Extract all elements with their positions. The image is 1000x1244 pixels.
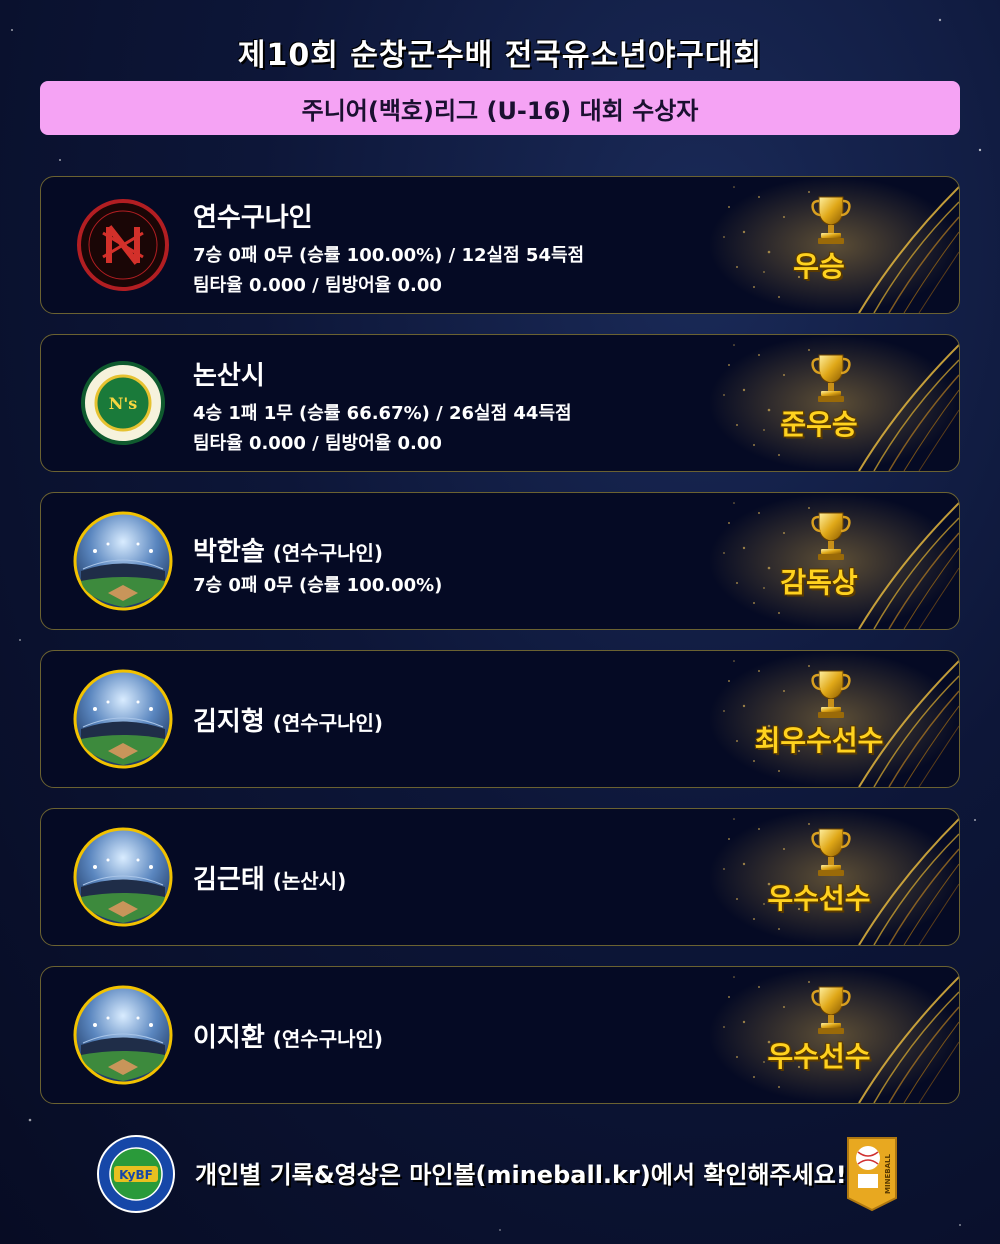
subtitle-banner: 주니어(백호)리그 (U-16) 대회 수상자 <box>40 81 960 135</box>
trophy-icon <box>811 353 851 404</box>
team-logo-nonsan: N's <box>81 361 165 445</box>
award-title: 우승 <box>793 250 845 283</box>
team-stats: 팀타율 0.000 / 팀방어율 0.00 <box>193 275 442 296</box>
team-record: 7승 0패 0무 (승률 100.00%) / 12실점 54득점 <box>193 245 585 266</box>
team-name-row: 연수구나인 <box>193 197 313 234</box>
award-card-mvp: 김지형 (연수구나인) 최우수선수 <box>40 650 960 788</box>
person-name: 박한솔 <box>193 537 265 567</box>
trophy-icon <box>811 511 851 562</box>
person-team: (연수구나인) <box>272 711 384 735</box>
person-team: (논산시) <box>272 869 347 893</box>
trophy-icon <box>811 669 851 720</box>
award-card-excellent-2: 이지환 (연수구나인) 우수선수 <box>40 966 960 1104</box>
page-title: 제10회 순창군수배 전국유소년야구대회 <box>237 38 763 73</box>
person-name: 김지형 <box>193 707 265 737</box>
award-card-champion: 연수구나인 7승 0패 0무 (승률 100.00%) / 12실점 54득점 … <box>40 176 960 314</box>
trophy-icon <box>811 195 851 246</box>
award-title: 감독상 <box>780 566 858 599</box>
team-record: 4승 1패 1무 (승률 66.67%) / 26실점 44득점 <box>193 403 572 424</box>
award-title: 최우수선수 <box>754 724 884 757</box>
mineball-logo: MINEBALL <box>847 1137 897 1212</box>
stadium-avatar <box>73 511 173 611</box>
trophy-icon <box>811 827 851 878</box>
stadium-avatar <box>73 985 173 1085</box>
subtitle-text: 주니어(백호)리그 (U-16) 대회 수상자 <box>301 96 699 125</box>
person-name-row: 이지환 (연수구나인) <box>193 1017 383 1054</box>
team-name: 연수구나인 <box>193 203 313 233</box>
stadium-avatar <box>73 827 173 927</box>
person-team: (연수구나인) <box>272 1027 384 1051</box>
award-title: 준우승 <box>780 408 858 441</box>
award-card-excellent-1: 김근태 (논산시) 우수선수 <box>40 808 960 946</box>
mineball-logo-text: MINEBALL <box>884 1154 892 1194</box>
award-title: 우수선수 <box>767 1040 871 1073</box>
team-stats: 팀타율 0.000 / 팀방어율 0.00 <box>193 433 442 454</box>
trophy-icon <box>811 985 851 1036</box>
team-logo-yeonsu <box>77 199 169 291</box>
person-name-row: 박한솔 (연수구나인) <box>193 531 383 568</box>
svg-text:N's: N's <box>109 394 138 413</box>
person-team: (연수구나인) <box>272 541 384 565</box>
kybf-logo: KyBF <box>97 1135 175 1213</box>
award-card-manager: 박한솔 (연수구나인) 7승 0패 0무 (승률 100.00%) 감독상 <box>40 492 960 630</box>
team-name-row: 논산시 <box>193 355 265 392</box>
team-name: 논산시 <box>193 361 265 391</box>
person-name-row: 김근태 (논산시) <box>193 859 346 896</box>
person-name: 김근태 <box>193 865 265 895</box>
person-name: 이지환 <box>193 1023 265 1053</box>
footer-message: 개인별 기록&영상은 마인볼(mineball.kr)에서 확인해주세요! <box>195 1161 847 1189</box>
stadium-avatar <box>73 669 173 769</box>
award-card-runner-up: N's 논산시 4승 1패 1무 (승률 66.67%) / 26실점 44득점… <box>40 334 960 472</box>
award-title: 우수선수 <box>767 882 871 915</box>
manager-record: 7승 0패 0무 (승률 100.00%) <box>193 575 443 596</box>
person-name-row: 김지형 (연수구나인) <box>193 701 383 738</box>
kybf-logo-text: KyBF <box>119 1168 153 1182</box>
